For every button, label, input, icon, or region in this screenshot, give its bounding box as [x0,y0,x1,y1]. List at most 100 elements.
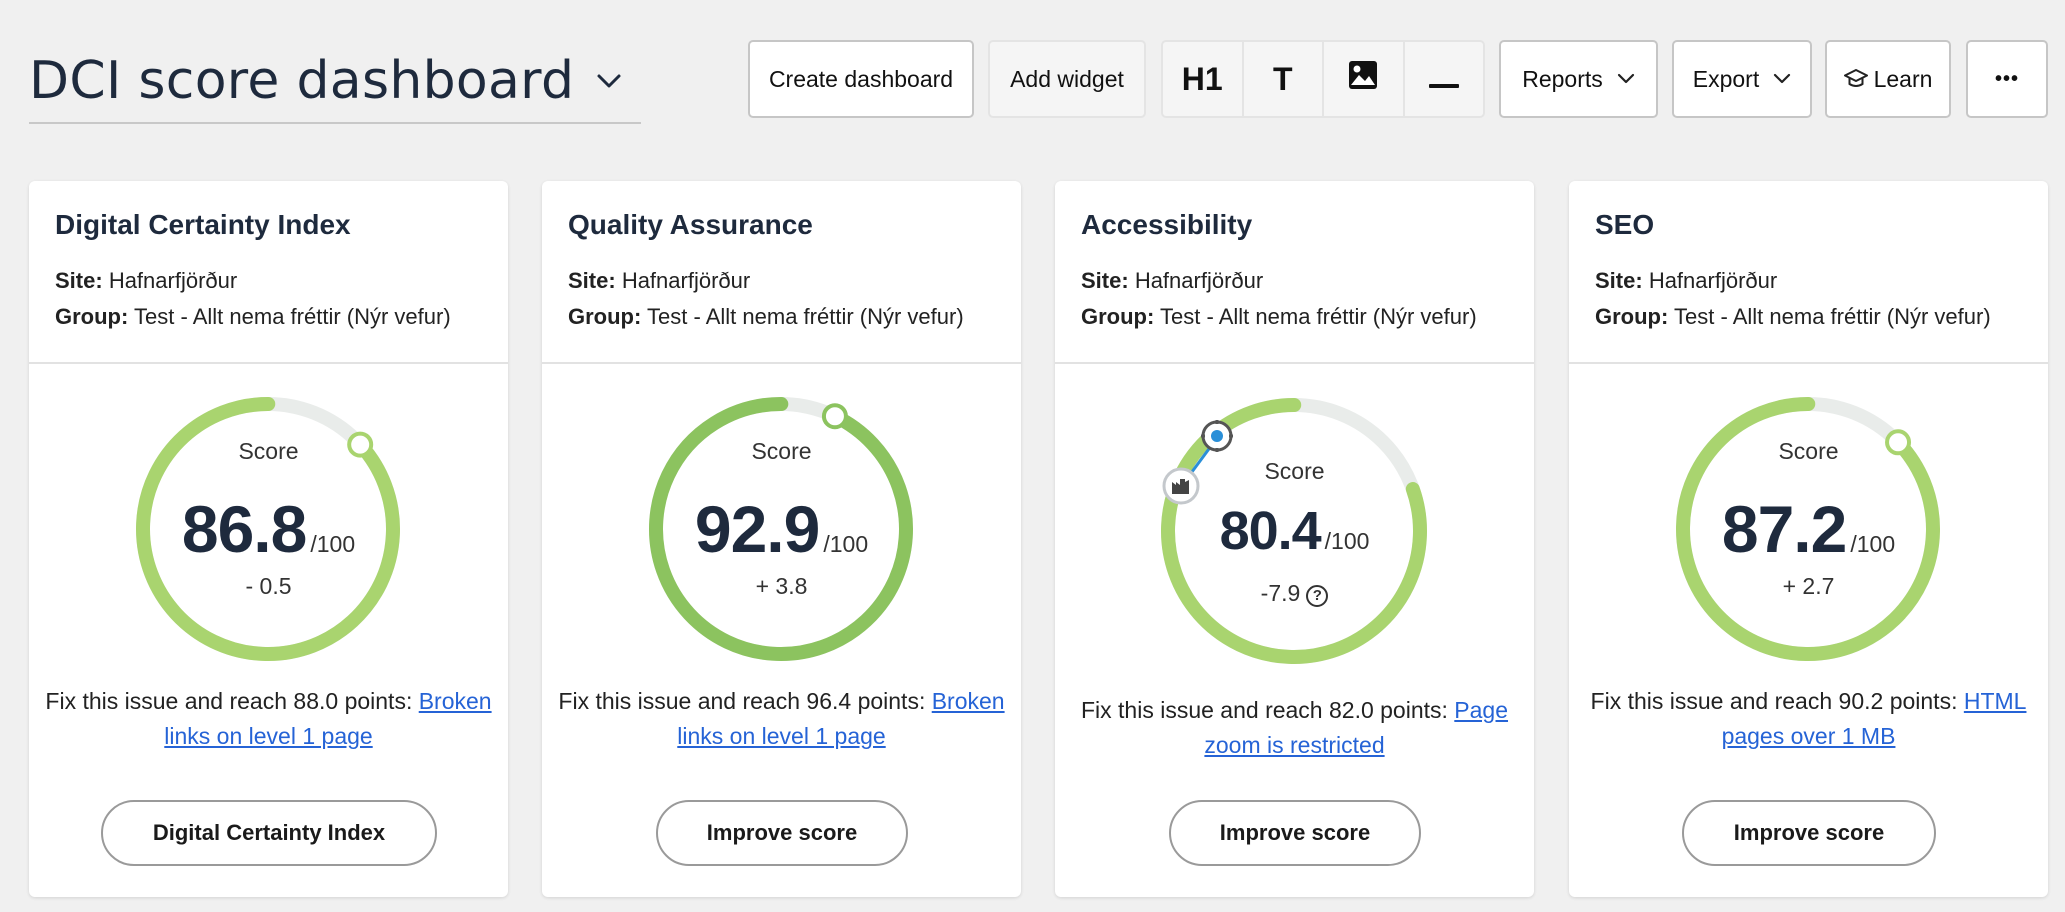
group-value: Test - Allt nema fréttir (Nýr vefur) [1160,304,1477,329]
score-delta: -7.9 [1260,580,1301,606]
divider-icon [1427,61,1461,98]
more-icon: ••• [1994,67,2019,90]
score-delta-row: -7.9? [1055,580,1534,607]
site-value: Hafnarfjörður [1648,268,1778,293]
score-value-row: 87.2/100 [1569,491,2048,567]
group-value: Test - Allt nema fréttir (Nýr vefur) [134,304,451,329]
score-max: /100 [310,531,356,557]
fix-issue-label: Fix this issue and reach 88.0 points: [45,688,413,714]
score-max: /100 [1324,528,1370,554]
group-key: Group: [1595,304,1669,329]
card-button-label: Improve score [1219,820,1371,845]
toolbar: DCI score dashboard Create dashboard Add… [0,0,2065,160]
score-card-seo: SEO Site: Hafnarfjörður Group: Test - Al… [1569,181,2048,897]
export-dropdown[interactable]: Export [1672,40,1812,118]
card-header: Accessibility Site: Hafnarfjörður Group:… [1055,181,1534,364]
score-delta: + 3.8 [755,573,808,599]
learn-button[interactable]: Learn [1825,40,1951,118]
reports-label: Reports [1522,65,1603,92]
group-value: Test - Allt nema fréttir (Nýr vefur) [647,304,964,329]
gauge-handle[interactable] [821,403,848,430]
create-dashboard-button[interactable]: Create dashboard [748,40,974,118]
score-gauge: Score 92.9/100 + 3.8 [542,364,1021,674]
score-gauge: Score 80.4/100 -7.9? [1055,364,1534,674]
chevron-down-icon [1773,73,1791,85]
score-delta: + 2.7 [1782,573,1835,599]
site-line: Site: Hafnarfjörður [1081,263,1508,299]
improve-score-button[interactable]: Improve score [1682,800,1936,866]
score-max: /100 [1850,531,1896,557]
score-label: Score [238,438,299,464]
fix-issue-label: Fix this issue and reach 96.4 points: [558,688,926,714]
group-key: Group: [1081,304,1155,329]
card-title: SEO [1595,209,1655,240]
group-line: Group: Test - Allt nema fréttir (Nýr vef… [1081,299,1508,335]
export-label: Export [1692,65,1760,92]
fix-issue-text: Fix this issue and reach 88.0 points: Br… [39,684,498,754]
card-header: Digital Certainty Index Site: Hafnarfjör… [29,181,508,364]
site-key: Site: [1595,268,1643,293]
score-value: 87.2 [1721,492,1847,566]
improve-score-button[interactable]: Improve score [656,800,908,866]
digital-certainty-index-button[interactable]: Digital Certainty Index [101,800,437,866]
text-label: T [1272,60,1293,97]
image-button[interactable] [1324,42,1405,116]
score-delta: - 0.5 [245,573,292,599]
card-title: Quality Assurance [568,209,813,240]
more-options-button[interactable]: ••• [1966,40,2048,118]
card-button-label: Improve score [706,820,858,845]
score-gauge: Score 87.2/100 + 2.7 [1569,364,2048,674]
group-value: Test - Allt nema fréttir (Nýr vefur) [1674,304,1991,329]
card-header: Quality Assurance Site: Hafnarfjörður Gr… [542,181,1021,364]
score-value-row: 92.9/100 [542,491,1021,567]
score-value-row: 80.4/100 [1055,500,1534,562]
site-key: Site: [1081,268,1129,293]
site-key: Site: [55,268,103,293]
heading-button[interactable]: H1 [1163,42,1244,116]
score-value: 92.9 [694,492,820,566]
group-key: Group: [55,304,129,329]
add-widget-label: Add widget [1010,65,1124,92]
fix-issue-text: Fix this issue and reach 96.4 points: Br… [552,684,1011,754]
graduation-cap-icon [1843,67,1868,91]
divider-button[interactable] [1405,42,1484,116]
score-value: 86.8 [181,492,307,566]
score-value: 80.4 [1219,501,1322,561]
add-widget-button[interactable]: Add widget [988,40,1146,118]
score-label: Score [1264,458,1325,484]
fix-issue-label: Fix this issue and reach 90.2 points: [1590,688,1958,714]
heading-label: H1 [1181,60,1223,97]
fix-issue-text: Fix this issue and reach 90.2 points: HT… [1579,684,2038,754]
card-header: SEO Site: Hafnarfjörður Group: Test - Al… [1569,181,2048,364]
format-toolbar: H1 T [1161,40,1485,118]
site-value: Hafnarfjörður [621,268,751,293]
site-value: Hafnarfjörður [1134,268,1264,293]
learn-label: Learn [1873,65,1933,92]
create-dashboard-label: Create dashboard [768,65,954,92]
text-button[interactable]: T [1244,42,1324,116]
reports-dropdown[interactable]: Reports [1499,40,1658,118]
fix-issue-label: Fix this issue and reach 82.0 points: [1080,697,1448,723]
site-line: Site: Hafnarfjörður [568,263,995,299]
score-gauge: Score 86.8/100 - 0.5 [29,364,508,674]
site-value: Hafnarfjörður [108,268,238,293]
group-line: Group: Test - Allt nema fréttir (Nýr vef… [55,299,482,335]
dashboard-selector[interactable]: DCI score dashboard [29,40,641,124]
card-button-label: Improve score [1733,820,1885,845]
card-button-label: Digital Certainty Index [152,820,386,845]
score-label: Score [751,438,812,464]
chevron-down-icon [596,73,622,89]
fix-issue-text: Fix this issue and reach 82.0 points: Pa… [1065,693,1524,763]
site-line: Site: Hafnarfjörður [1595,263,2022,299]
score-label: Score [1778,438,1839,464]
card-title: Digital Certainty Index [55,209,351,240]
improve-score-button[interactable]: Improve score [1169,800,1421,866]
chevron-down-icon [1617,73,1635,85]
score-card-accessibility: Accessibility Site: Hafnarfjörður Group:… [1055,181,1534,897]
group-line: Group: Test - Allt nema fréttir (Nýr vef… [568,299,995,335]
help-icon[interactable]: ? [1306,585,1329,607]
card-title: Accessibility [1081,209,1253,240]
image-icon [1347,59,1379,99]
score-value-row: 86.8/100 [29,491,508,567]
site-line: Site: Hafnarfjörður [55,263,482,299]
